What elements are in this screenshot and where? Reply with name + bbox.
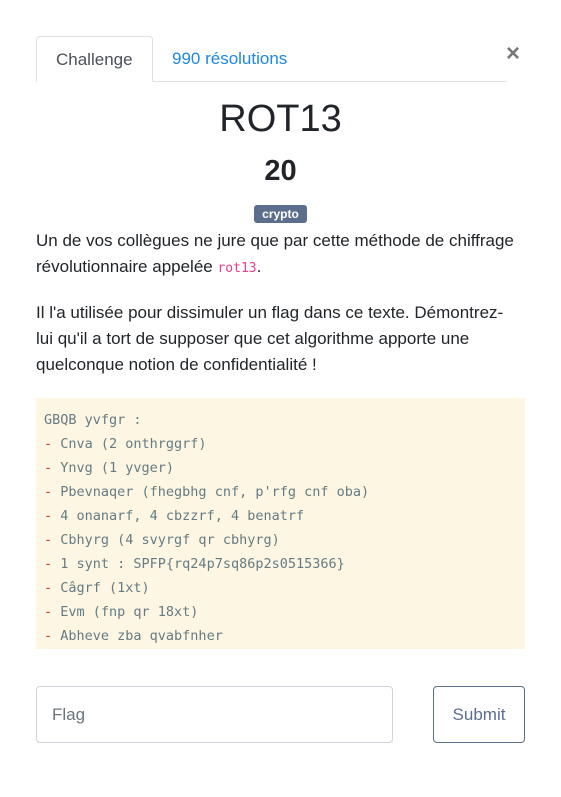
challenge-points: 20 (264, 155, 297, 187)
list-dash: - (44, 604, 61, 620)
code-line: - 4 onanarf, 4 cbzzrf, 4 benatrf (44, 504, 517, 528)
list-dash: - (44, 436, 61, 452)
code-line: - 1 synt : SPFP{rq24p7sq86p2s0515366} (44, 552, 517, 576)
code-line: - Ynvg (1 yvger) (44, 456, 517, 480)
code-line-text: Ynvg (1 yvger) (60, 460, 175, 476)
code-line-text: Cnva (2 onthrggrf) (60, 436, 207, 452)
code-line-text: Pbevnaqer (fhegbhg cnf, p'rfg cnf oba) (60, 484, 370, 500)
list-dash: - (44, 628, 61, 644)
code-line-text: 4 onanarf, 4 cbzzrf, 4 benatrf (60, 508, 305, 524)
code-line: - Câgrf (1xt) (44, 576, 517, 600)
list-dash: - (44, 532, 61, 548)
submit-button[interactable]: Submit (433, 686, 525, 743)
list-dash: - (44, 580, 61, 596)
list-dash: - (44, 484, 61, 500)
description-text: Un de vos collègues ne jure que par cett… (36, 231, 514, 276)
challenge-modal: Challenge 990 résolutions × ROT13 20 cry… (0, 0, 561, 797)
code-line: - Pbevnaqer (fhegbhg cnf, p'rfg cnf oba) (44, 480, 517, 504)
code-line: - Abheve zba qvabfnher (44, 624, 517, 648)
close-icon[interactable]: × (506, 40, 520, 68)
code-line: - Cbhyrg (4 svyrgf qr cbhyrg) (44, 528, 517, 552)
category-badge: crypto (254, 205, 307, 223)
code-line: - Evm (fnp qr 18xt) (44, 600, 517, 624)
cipher-text-block: GBQB yvfgr :- Cnva (2 onthrggrf) - Ynvg (… (36, 398, 525, 649)
challenge-title: ROT13 (219, 98, 342, 140)
tab-bar: Challenge 990 résolutions (36, 36, 506, 82)
tab-challenge[interactable]: Challenge (36, 36, 153, 82)
tab-resolutions[interactable]: 990 résolutions (153, 36, 306, 81)
inline-code: rot13 (217, 261, 257, 276)
list-dash: - (44, 508, 61, 524)
flag-input[interactable] (36, 686, 393, 743)
description-paragraph-1: Un de vos collègues ne jure que par cett… (36, 228, 516, 282)
list-dash: - (44, 460, 61, 476)
description-paragraph-2: Il l'a utilisée pour dissimuler un flag … (36, 303, 504, 374)
code-line-text: Câgrf (1xt) (60, 580, 150, 596)
code-line: - Cnva (2 onthrggrf) (44, 432, 517, 456)
code-header: GBQB yvfgr : (44, 412, 142, 428)
list-dash: - (44, 556, 61, 572)
code-line-text: Evm (fnp qr 18xt) (60, 604, 199, 620)
code-line-text: 1 synt : SPFP{rq24p7sq86p2s0515366} (60, 556, 345, 572)
description-text-end: . (256, 257, 262, 276)
code-line-text: Abheve zba qvabfnher (60, 628, 223, 644)
code-line-text: Cbhyrg (4 svyrgf qr cbhyrg) (60, 532, 280, 548)
